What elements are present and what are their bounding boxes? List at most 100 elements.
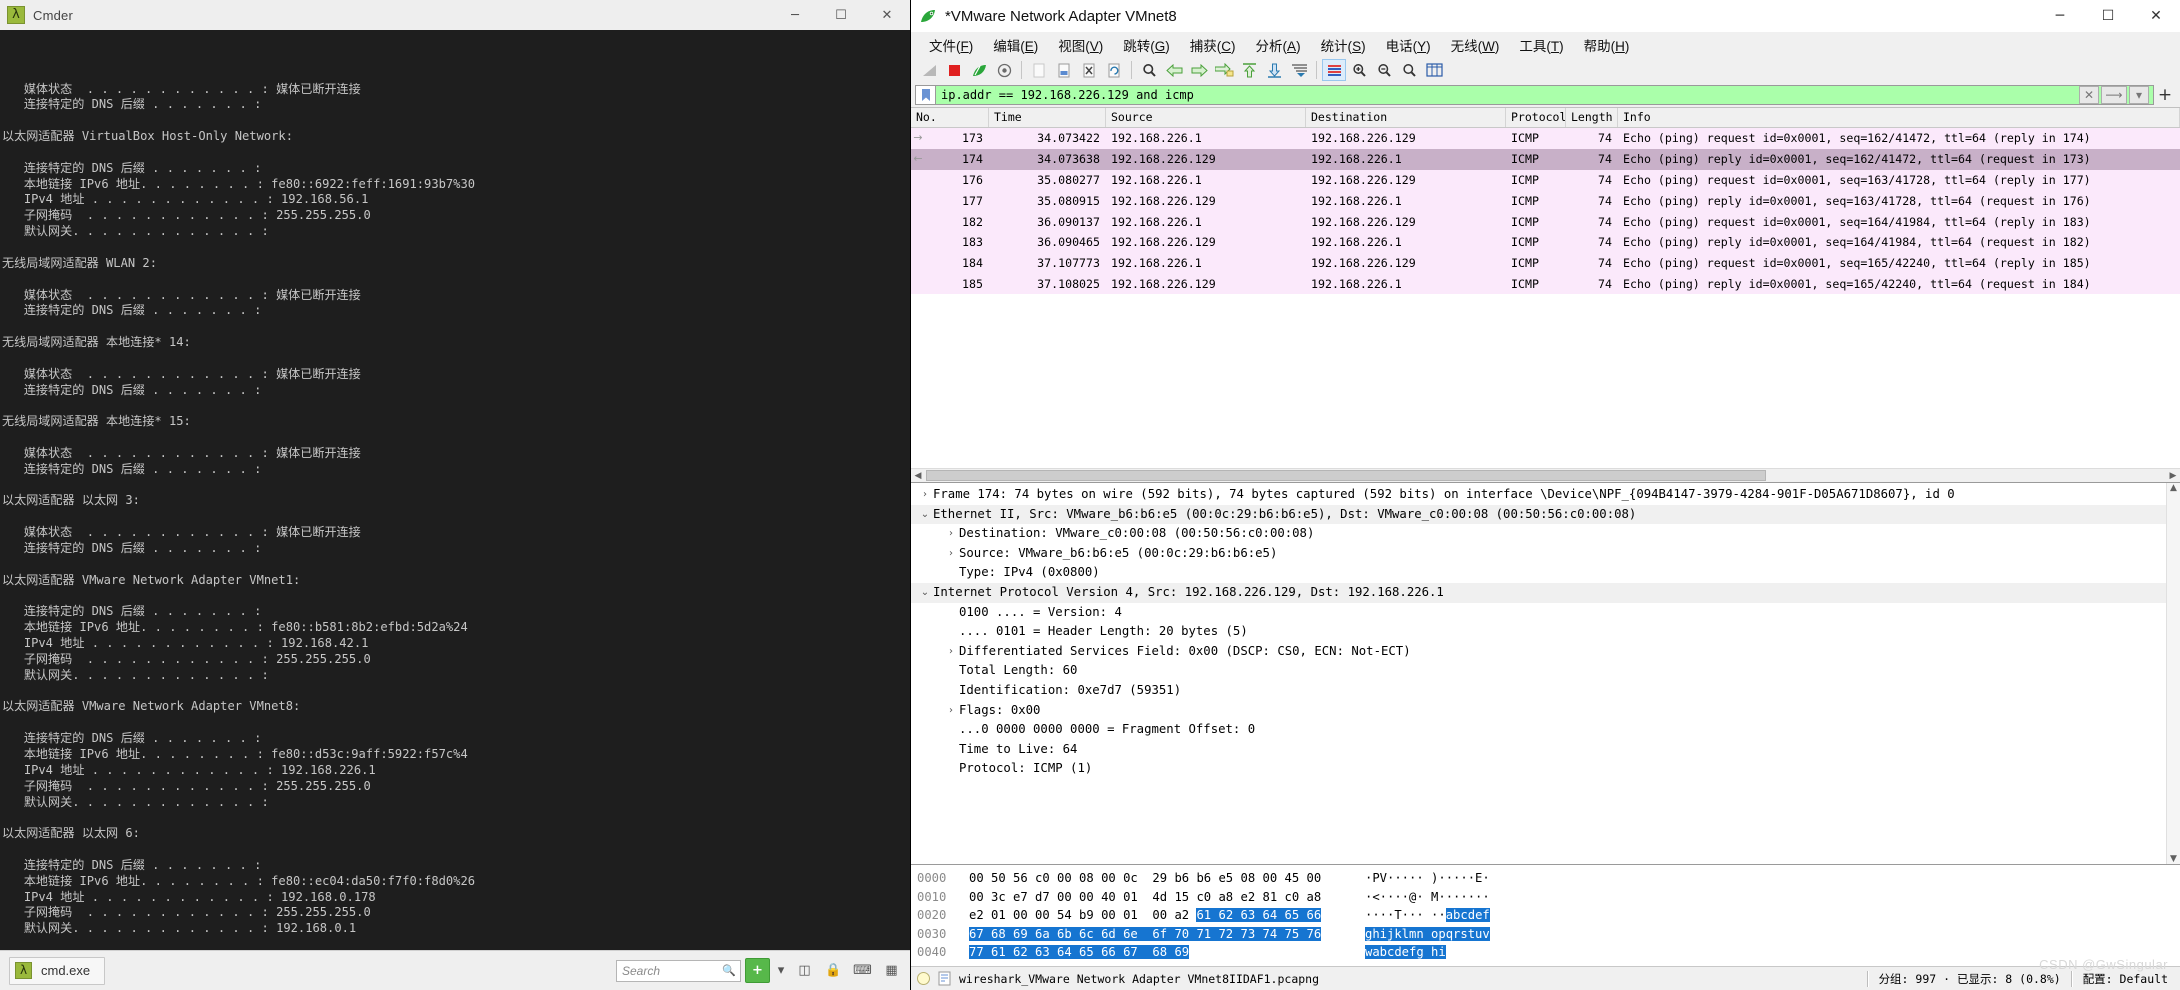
detail-tree-item[interactable]: Identification: 0xe7d7 (59351) [911, 681, 2180, 701]
detail-tree-item[interactable]: Protocol: ICMP (1) [911, 759, 2180, 779]
detail-tree-item[interactable]: › Source: VMware_b6:b6:e5 (00:0c:29:b6:b6… [911, 544, 2180, 564]
add-filter-button-icon[interactable]: + [2154, 85, 2176, 105]
resize-columns-icon[interactable] [1422, 59, 1446, 81]
stop-capture-icon[interactable] [942, 59, 966, 81]
detail-tree-item[interactable]: Type: IPv4 (0x0800) [911, 563, 2180, 583]
reload-icon[interactable] [1102, 59, 1126, 81]
go-to-packet-icon[interactable] [1212, 59, 1236, 81]
detail-tree-item[interactable]: ...0 0000 0000 0000 = Fragment Offset: 0 [911, 720, 2180, 740]
colorize-icon[interactable] [1322, 59, 1346, 81]
column-header-len[interactable]: Length [1566, 108, 1618, 127]
hex-dump-row[interactable]: 0030 67 68 69 6a 6b 6c 6d 6e 6f 70 71 72 … [917, 925, 2180, 944]
capture-file-icon[interactable] [937, 971, 952, 986]
packet-details-tree[interactable]: › Frame 174: 74 bytes on wire (592 bits),… [911, 485, 2180, 779]
scroll-left-icon[interactable]: ◀ [911, 471, 925, 481]
table-row[interactable]: 184 37.107773 192.168.226.1 192.168.226.129… [911, 252, 2180, 274]
keyboard-icon[interactable]: ⌨ [850, 958, 875, 983]
packet-list-pane[interactable]: No. Time Source Destination Protocol Length In… [911, 107, 2180, 482]
column-header-time[interactable]: Time [989, 108, 1106, 127]
apply-filter-icon[interactable]: ⟶ [2101, 86, 2127, 104]
close-button[interactable]: ✕ [864, 0, 910, 30]
close-file-icon[interactable] [1077, 59, 1101, 81]
scrollbar-thumb[interactable] [926, 470, 1766, 481]
bookmark-icon[interactable] [915, 85, 935, 105]
table-row[interactable]: 182 36.090137 192.168.226.1 192.168.226.129… [911, 211, 2180, 232]
expert-info-icon[interactable] [917, 972, 930, 985]
menu-item-y[interactable]: 电话(Y) [1376, 33, 1441, 57]
zoom-in-icon[interactable] [1347, 59, 1371, 81]
detail-tree-item[interactable]: › Flags: 0x00 [911, 701, 2180, 721]
scroll-up-icon[interactable]: ▲ [2170, 483, 2177, 493]
detail-tree-item[interactable]: › Destination: VMware_c0:00:08 (00:50:56:… [911, 524, 2180, 544]
packet-details-pane[interactable]: › Frame 174: 74 bytes on wire (592 bits),… [911, 482, 2180, 864]
chevron-right-icon[interactable]: › [943, 544, 959, 564]
hex-dump-row[interactable]: 0040 77 61 62 63 64 65 66 67 68 69 wabcdef… [917, 943, 2180, 962]
lock-icon[interactable]: 🔒 [821, 958, 846, 983]
detail-tree-item[interactable]: Time to Live: 64 [911, 740, 2180, 760]
chevron-right-icon[interactable]: › [943, 524, 959, 544]
scroll-down-icon[interactable]: ▼ [2170, 854, 2177, 864]
table-row[interactable]: ← 174 34.073638 192.168.226.129 192.168.226.… [911, 148, 2180, 170]
menu-item-e[interactable]: 编辑(E) [983, 33, 1048, 57]
detail-tree-item[interactable]: › Differentiated Services Field: 0x00 (DS… [911, 642, 2180, 662]
hex-dump-row[interactable]: 0020 e2 01 00 00 54 b9 00 01 00 a2 61 62 … [917, 906, 2180, 925]
go-back-icon[interactable] [1162, 59, 1186, 81]
minimize-button[interactable]: ─ [2036, 0, 2084, 32]
packet-list-horizontal-scrollbar[interactable]: ◀ ▶ [911, 468, 2180, 482]
chevron-down-icon[interactable]: ⌄ [917, 505, 933, 525]
minimize-button[interactable]: ─ [772, 0, 818, 30]
chevron-right-icon[interactable]: › [943, 701, 959, 721]
table-row[interactable]: 183 36.090465 192.168.226.129 192.168.226.1… [911, 231, 2180, 253]
cmder-tab-cmd-exe[interactable]: λ cmd.exe [9, 956, 106, 985]
menu-item-h[interactable]: 帮助(H) [1574, 33, 1640, 57]
find-packet-icon[interactable] [1137, 59, 1161, 81]
terminal-output[interactable]: 媒体状态 . . . . . . . . . . . . : 媒体已断开连接 连… [0, 30, 910, 950]
hex-dump-row[interactable]: 0010 00 3c e7 d7 00 00 40 01 4d 15 c0 a8 … [917, 888, 2180, 907]
grid-icon[interactable]: ▦ [879, 958, 904, 983]
chevron-down-icon[interactable]: ⌄ [917, 583, 933, 603]
column-header-info[interactable]: Info [1618, 108, 2180, 127]
table-row[interactable]: 177 35.080915 192.168.226.129 192.168.226.1… [911, 190, 2180, 212]
close-button[interactable]: ✕ [2132, 0, 2180, 32]
restart-capture-icon[interactable] [967, 59, 991, 81]
auto-scroll-icon[interactable] [1287, 59, 1311, 81]
detail-tree-item[interactable]: › Frame 174: 74 bytes on wire (592 bits),… [911, 485, 2180, 505]
menu-item-t[interactable]: 工具(T) [1509, 33, 1573, 57]
detail-tree-item[interactable]: 0100 .... = Version: 4 [911, 603, 2180, 623]
table-row[interactable]: 176 35.080277 192.168.226.1 192.168.226.129… [911, 169, 2180, 191]
zoom-out-icon[interactable] [1372, 59, 1396, 81]
split-icon[interactable]: ◫ [792, 958, 817, 983]
search-icon[interactable]: 🔍 [722, 964, 736, 977]
chevron-right-icon[interactable]: › [917, 485, 933, 505]
go-forward-icon[interactable] [1187, 59, 1211, 81]
column-header-dst[interactable]: Destination [1306, 108, 1506, 127]
display-filter-input[interactable]: ip.addr == 192.168.226.129 and icmp ✕ ⟶ … [935, 85, 2154, 105]
go-first-packet-icon[interactable] [1237, 59, 1261, 81]
menu-item-v[interactable]: 视图(V) [1048, 33, 1113, 57]
open-file-icon[interactable] [1027, 59, 1051, 81]
detail-tree-item[interactable]: Total Length: 60 [911, 661, 2180, 681]
menu-item-s[interactable]: 统计(S) [1311, 33, 1376, 57]
menu-item-c[interactable]: 捕获(C) [1180, 33, 1246, 57]
scroll-right-icon[interactable]: ▶ [2166, 471, 2180, 481]
detail-tree-item[interactable]: .... 0101 = Header Length: 20 bytes (5) [911, 622, 2180, 642]
column-header-src[interactable]: Source [1106, 108, 1306, 127]
menu-item-w[interactable]: 无线(W) [1441, 33, 1510, 57]
start-capture-icon[interactable] [917, 59, 941, 81]
maximize-button[interactable]: ☐ [818, 0, 864, 30]
go-last-packet-icon[interactable] [1262, 59, 1286, 81]
hex-dump-row[interactable]: 0000 00 50 56 c0 00 08 00 0c 29 b6 b6 e5 … [917, 869, 2180, 888]
chevron-right-icon[interactable]: › [943, 642, 959, 662]
new-console-button[interactable]: + [745, 958, 770, 983]
zoom-reset-icon[interactable] [1397, 59, 1421, 81]
maximize-button[interactable]: ☐ [2084, 0, 2132, 32]
detail-tree-item[interactable]: ⌄ Internet Protocol Version 4, Src: 192.1… [911, 582, 2180, 603]
table-row[interactable]: 185 37.108025 192.168.226.129 192.168.226.1… [911, 273, 2180, 295]
detail-tree-item[interactable]: ⌄ Ethernet II, Src: VMware_b6:b6:e5 (00:0… [911, 504, 2180, 525]
chevron-down-icon[interactable]: ▾ [774, 958, 788, 983]
table-row[interactable]: → 173 34.073422 192.168.226.1 192.168.226.12… [911, 128, 2180, 149]
menu-item-g[interactable]: 跳转(G) [1113, 33, 1180, 57]
packet-list-rows[interactable]: → 173 34.073422 192.168.226.1 192.168.226.12… [911, 128, 2180, 295]
search-input[interactable]: Search 🔍 [616, 959, 741, 982]
column-header-proto[interactable]: Protocol [1506, 108, 1566, 127]
